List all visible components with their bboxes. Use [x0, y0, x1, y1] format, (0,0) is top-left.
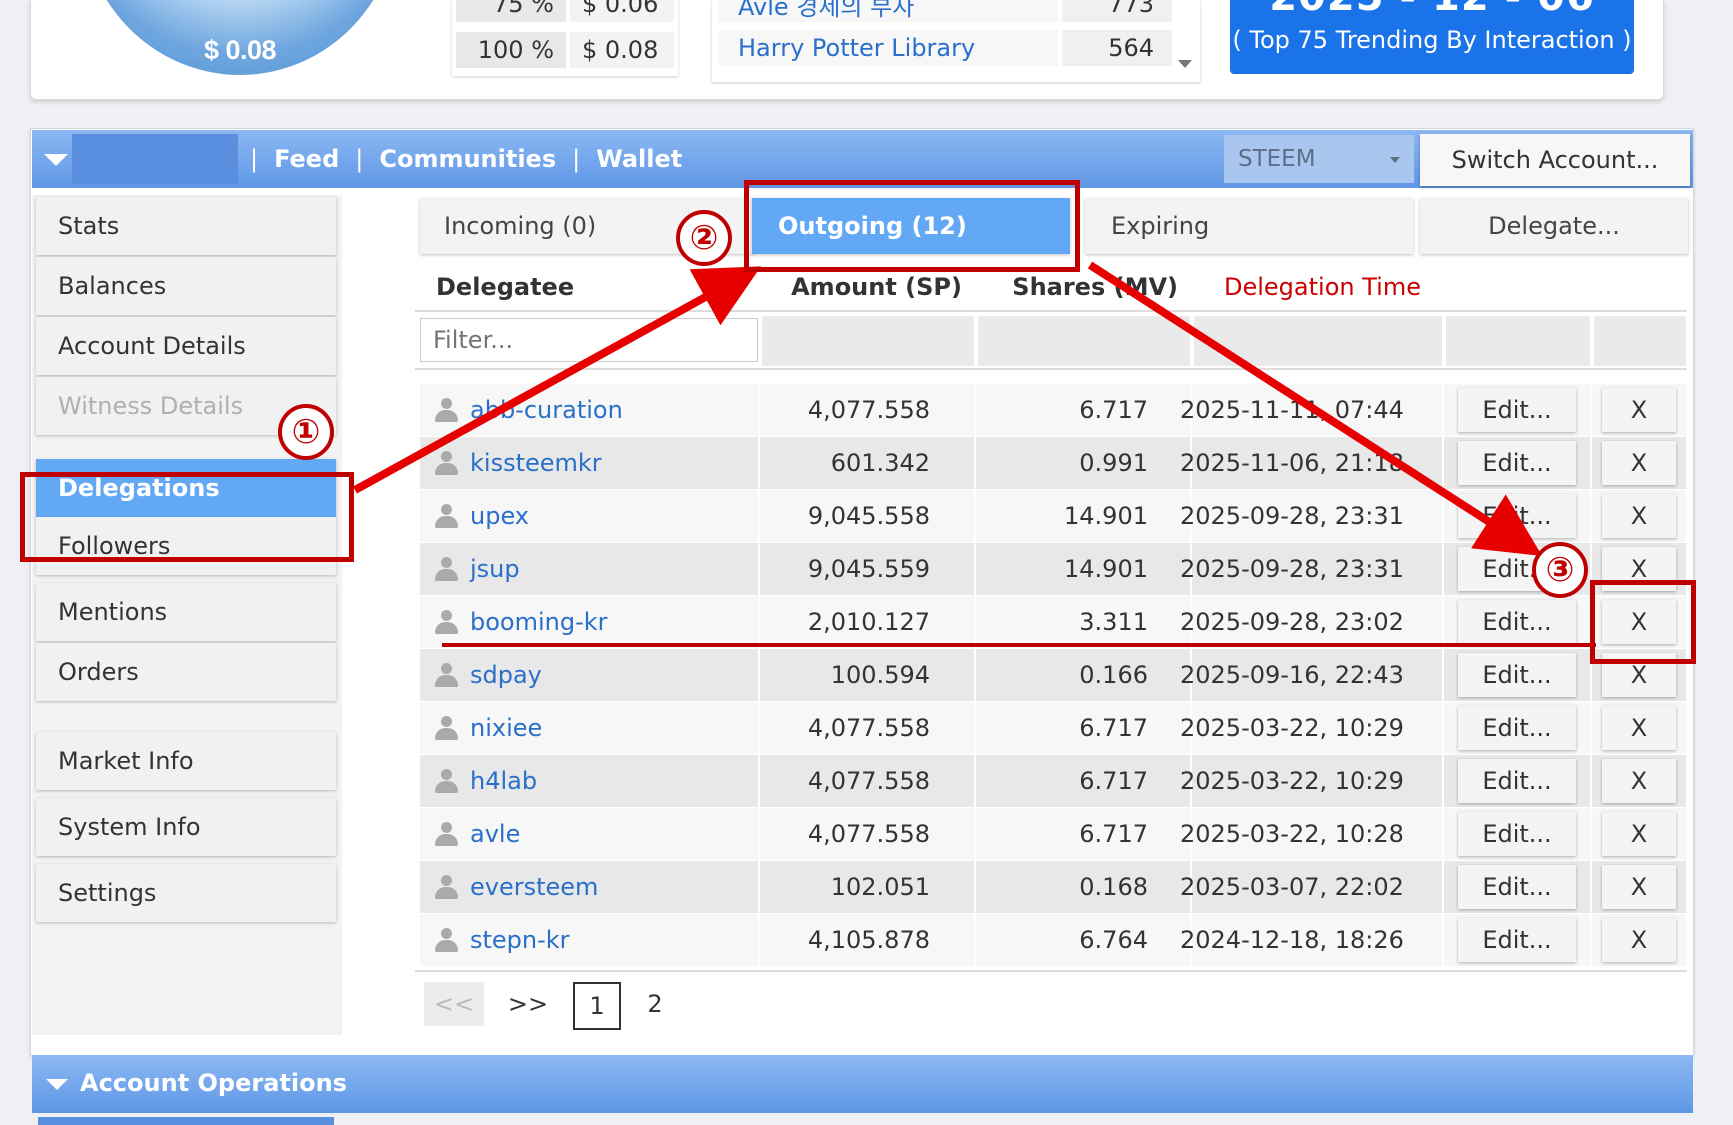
step-1-badge: ① [278, 404, 334, 460]
highlight-remove-button [1590, 580, 1696, 664]
highlight-outgoing-tab [744, 180, 1080, 272]
highlight-delegations [20, 472, 354, 562]
annotation-arrows [353, 261, 1596, 647]
step-3-badge: ③ [1532, 542, 1588, 598]
arrow-delegations-to-outgoing [353, 266, 762, 494]
step-2-badge: ② [676, 210, 732, 266]
arrow-outgoing-to-remove [1087, 261, 1543, 556]
